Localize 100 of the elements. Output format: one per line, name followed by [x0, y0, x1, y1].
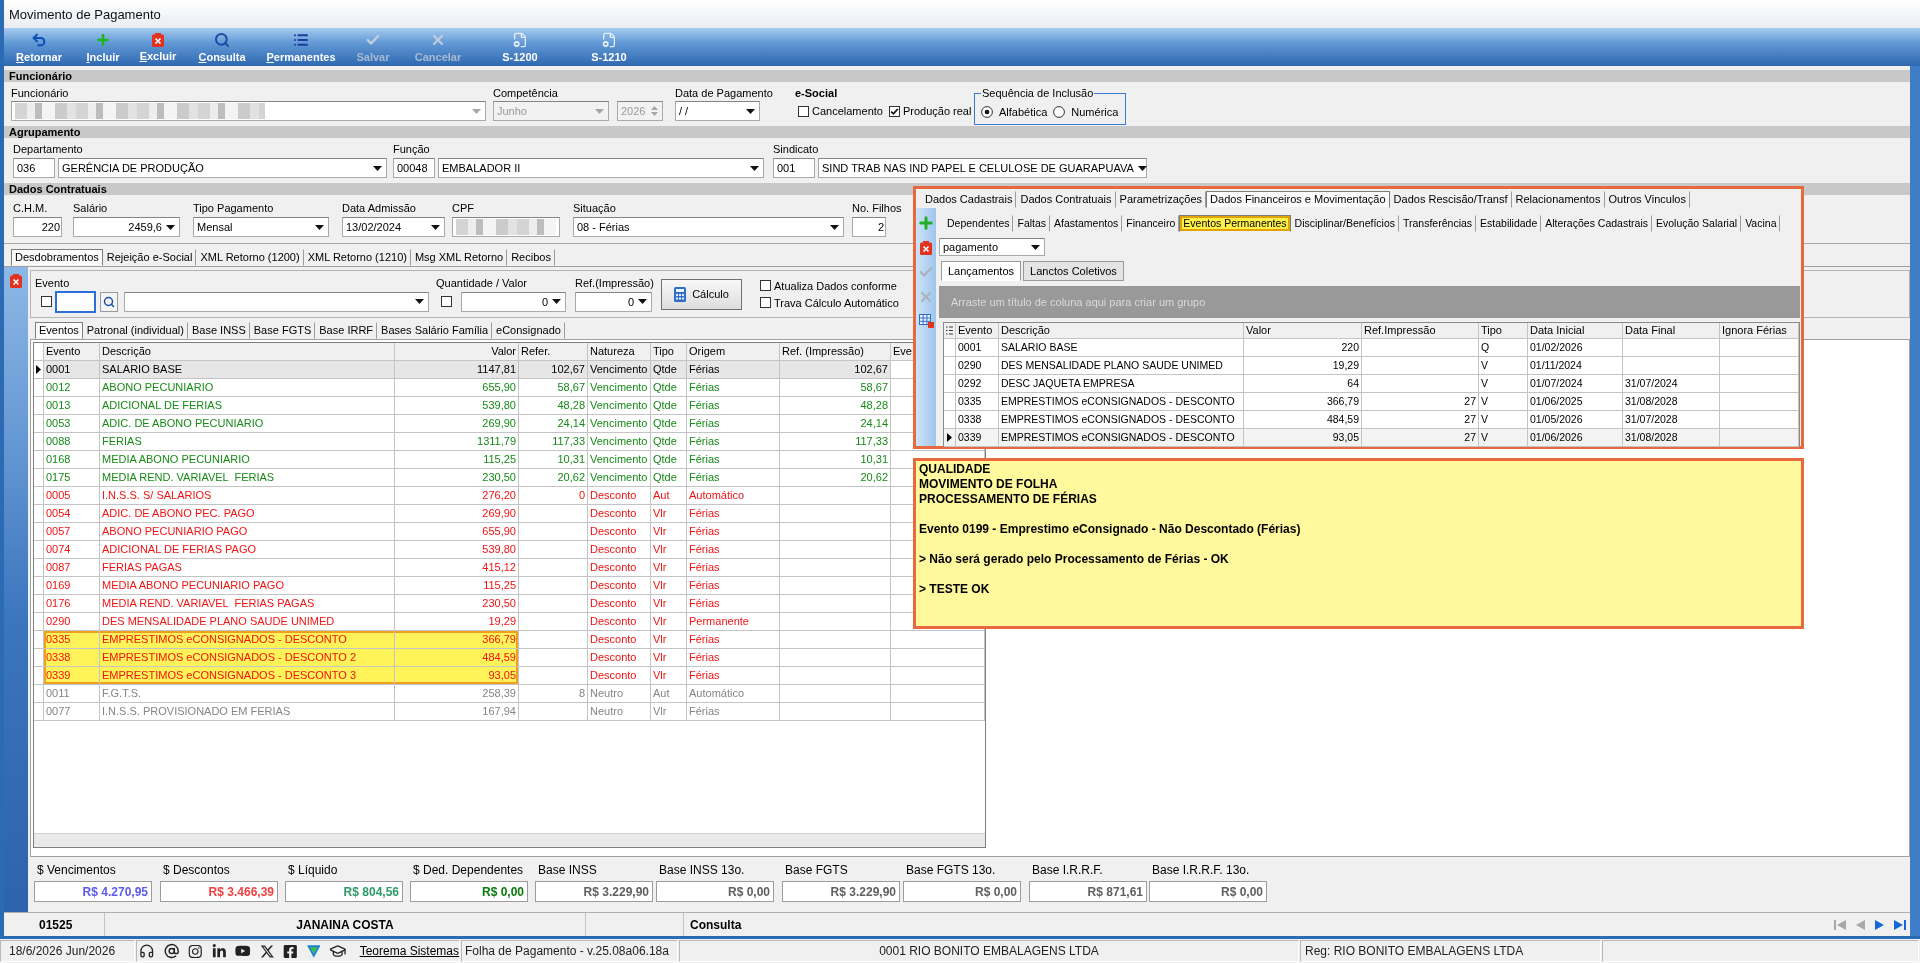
checkbox[interactable] — [41, 296, 52, 307]
table-grid-icon[interactable] — [918, 314, 934, 328]
column-header[interactable]: Evento — [956, 323, 999, 338]
dropdown[interactable]: Mensal — [193, 217, 329, 237]
tab[interactable]: Desdobramentos — [11, 249, 103, 266]
input-field[interactable] — [55, 290, 96, 313]
toolbar-button[interactable]: Excluir — [133, 30, 183, 64]
triangle-logo-icon[interactable] — [306, 944, 321, 958]
dropdown[interactable]: SIND TRAB NAS IND PAPEL E CELULOSE DE GUARAPUAVA — [818, 158, 1147, 178]
horizontal-scrollbar[interactable] — [34, 833, 985, 847]
table-row[interactable]: 0001 SALARIO BASE 220 Q 01/02/2026 — [944, 339, 1799, 357]
column-list-icon[interactable] — [946, 326, 953, 335]
calculate-button[interactable]: Cálculo — [661, 278, 742, 310]
column-header[interactable]: Data Final — [1623, 323, 1720, 338]
radio-button[interactable] — [981, 105, 993, 118]
input-field[interactable]: 001 — [773, 158, 815, 178]
tab[interactable]: Lanctos Coletivos — [1023, 261, 1124, 281]
table-cell: Automático — [687, 487, 780, 504]
dropdown[interactable]: / / — [675, 101, 760, 121]
youtube-icon[interactable] — [235, 943, 251, 959]
search-button[interactable] — [100, 291, 118, 312]
tab[interactable]: Evolução Salarial — [1652, 215, 1742, 232]
skip-to-last-icon[interactable] — [1894, 919, 1906, 930]
delete-icon[interactable] — [920, 241, 932, 255]
tab[interactable]: Eventos — [35, 322, 83, 339]
at-sign-icon[interactable] — [163, 943, 179, 959]
input-field[interactable]: 220 — [13, 217, 62, 237]
tab[interactable]: Relacionamentos — [1511, 191, 1605, 208]
toolbar-button[interactable]: S-1200 — [496, 30, 544, 64]
toolbar-button[interactable]: Permanentes — [260, 30, 342, 64]
tab[interactable]: XML Retorno (1200) — [196, 249, 304, 266]
column-header[interactable]: Ignora Férias — [1720, 323, 1799, 338]
next-icon[interactable] — [1874, 919, 1886, 930]
tab[interactable]: Afastamentos — [1050, 215, 1123, 232]
tab[interactable]: Dados Rescisão/Transf — [1389, 191, 1512, 208]
toolbar-button[interactable]: S-1210 — [585, 30, 633, 64]
dropdown[interactable]: 08 - Férias — [573, 217, 844, 237]
tab[interactable]: Alterações Cadastrais — [1541, 215, 1652, 232]
dropdown[interactable]: 2459,6 — [73, 217, 180, 237]
instagram-icon[interactable] — [188, 943, 203, 959]
column-header[interactable]: Ref. (Impressão) — [780, 343, 891, 360]
checkbox[interactable] — [798, 105, 809, 117]
checkbox[interactable] — [888, 105, 900, 117]
table-row[interactable]: 0335 EMPRESTIMOS eCONSIGNADOS - DESCONTO 366,79 27 V 01/06/2025 31/08/2028 — [944, 393, 1799, 411]
delete-icon[interactable] — [10, 274, 22, 288]
toolbar-button[interactable]: Consulta — [192, 30, 252, 64]
tab[interactable]: Faltas — [1013, 215, 1051, 232]
dropdown[interactable]: EMBALADOR II — [438, 158, 764, 178]
tab[interactable]: Dados Contratuais — [1016, 191, 1116, 208]
checkbox[interactable] — [760, 280, 771, 291]
tab[interactable]: Msg XML Retorno — [410, 249, 508, 266]
company-link[interactable]: Teorema Sistemas — [359, 944, 459, 958]
column-header[interactable]: Ref.Impressão — [1362, 323, 1479, 338]
table-row[interactable]: 0338 EMPRESTIMOS eCONSIGNADOS - DESCONTO 484,59 27 V 01/05/2026 31/07/2028 — [944, 411, 1799, 429]
tab[interactable]: Dependentes — [943, 215, 1014, 232]
table-row[interactable]: 0292 DESC JAQUETA EMPRESA 64 V 01/07/2024 31/07/2024 — [944, 375, 1799, 393]
column-header[interactable]: Refer. — [519, 343, 588, 360]
graduation-cap-icon[interactable] — [329, 942, 347, 960]
checkbox[interactable] — [760, 297, 771, 308]
input-field[interactable]: 00048 — [393, 158, 435, 178]
dropdown[interactable]: 0 — [461, 291, 566, 312]
dropdown[interactable]: pagamento — [939, 238, 1045, 256]
tab[interactable]: Outros Vinculos — [1604, 191, 1690, 208]
column-header[interactable]: Descrição — [100, 343, 395, 360]
column-header[interactable]: Data Inicial — [1528, 323, 1623, 338]
tab[interactable]: Rejeição e-Social — [102, 249, 197, 266]
column-header[interactable]: Eve — [891, 343, 914, 360]
headphones-icon[interactable] — [139, 943, 155, 959]
tab[interactable]: XML Retorno (1210) — [303, 249, 411, 266]
input-field[interactable]: 2 — [852, 217, 886, 237]
column-header[interactable]: Tipo — [651, 343, 687, 360]
tab[interactable]: Eventos Permanentes — [1179, 215, 1291, 232]
dropdown[interactable]: GERÊNCIA DE PRODUÇÃO — [58, 158, 387, 178]
tab[interactable]: Disciplinar/Benefícios — [1290, 215, 1399, 232]
column-header[interactable]: Origem — [687, 343, 780, 360]
column-header[interactable]: Descrição — [999, 323, 1244, 338]
x-logo-icon[interactable] — [259, 943, 275, 959]
tab[interactable]: Lançamentos — [941, 261, 1022, 281]
tab[interactable]: Transferências — [1399, 215, 1477, 232]
column-header[interactable]: Valor — [1244, 323, 1362, 338]
facebook-icon[interactable] — [283, 943, 298, 959]
table-row[interactable]: 0339 EMPRESTIMOS eCONSIGNADOS - DESCONTO 93,05 27 V 01/06/2026 31/08/2028 — [944, 429, 1799, 447]
tab[interactable]: Vacina — [1741, 215, 1781, 232]
column-header[interactable]: Natureza — [588, 343, 651, 360]
radio-button[interactable] — [1053, 105, 1066, 118]
tab[interactable]: Recibos — [507, 249, 555, 266]
checkbox[interactable] — [441, 296, 452, 307]
tab[interactable]: Estabilidade — [1476, 215, 1542, 232]
column-header[interactable]: Evento — [44, 343, 100, 360]
dropdown[interactable]: 13/02/2024 — [342, 217, 445, 237]
toolbar-button[interactable]: Retornar — [9, 30, 69, 64]
linkedin-icon[interactable] — [211, 943, 227, 959]
tab[interactable]: Dados Financeiros e Movimentação — [1206, 191, 1390, 208]
table-row[interactable]: 0290 DES MENSALIDADE PLANO SAUDE UNIMED 19,29 V 01/11/2024 — [944, 357, 1799, 375]
dropdown[interactable] — [124, 291, 429, 312]
toolbar-button[interactable]: Incluir — [79, 30, 127, 64]
column-header[interactable]: Valor — [395, 343, 519, 360]
input-field[interactable]: 036 — [13, 158, 55, 178]
dropdown[interactable]: 0 — [575, 291, 652, 312]
column-header[interactable]: Tipo — [1479, 323, 1528, 338]
